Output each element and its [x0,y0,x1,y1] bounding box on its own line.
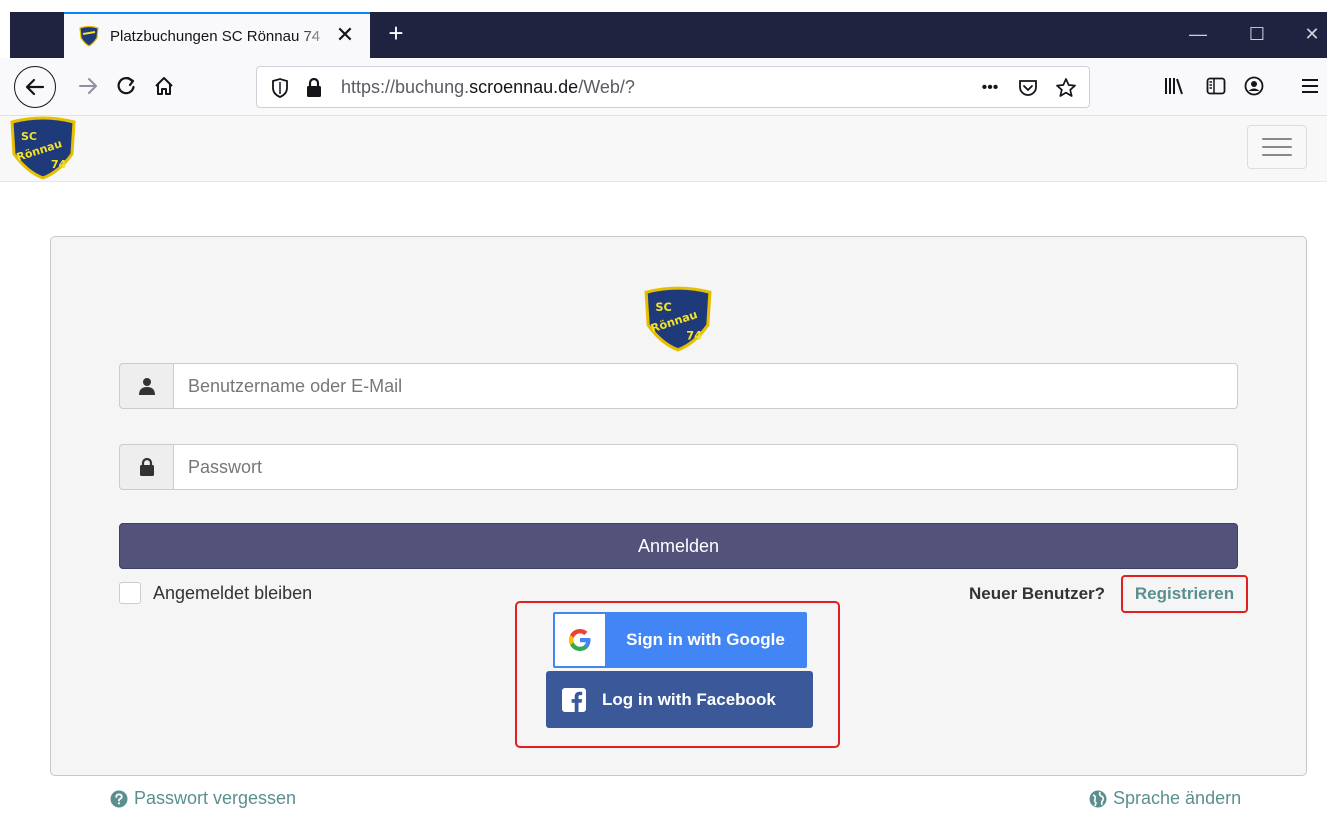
hamburger-bar [1262,138,1292,140]
new-tab-button[interactable]: + [378,16,414,52]
browser-tabbar: Platzbuchungen SC Rönnau 74 ✕ + — ☐ ✕ [0,0,1327,58]
username-input[interactable] [173,363,1238,409]
library-icon [1165,78,1183,95]
change-language-label: Sprache ändern [1113,788,1242,808]
remember-me-label: Angemeldet bleiben [153,582,313,603]
url-text: https://buchung.scroennau.de/Web/? [341,77,635,97]
bookmark-button[interactable] [1051,75,1081,101]
facebook-login-label: Log in with Facebook [602,689,776,709]
site-favicon-icon [79,25,99,47]
google-signin-button[interactable]: Sign in with Google [553,612,807,668]
library-button[interactable] [1156,68,1192,104]
window-maximize-button[interactable]: ☐ [1237,16,1277,52]
window-close-button[interactable]: ✕ [1292,16,1327,52]
forward-button[interactable] [70,68,106,104]
remember-me[interactable]: Angemeldet bleiben [119,582,312,604]
username-group [119,363,1238,409]
svg-text:74: 74 [51,158,67,171]
hamburger-bar [1262,154,1292,156]
change-language-link[interactable]: Sprache ändern [1089,788,1241,809]
back-button[interactable] [14,66,56,108]
navbar-toggle-button[interactable] [1247,125,1307,169]
facebook-icon [562,687,586,712]
club-logo-small[interactable]: SC Rönnau 74 [9,116,77,180]
password-group [119,444,1238,490]
reload-button[interactable] [108,68,144,104]
svg-text:SC: SC [655,300,671,314]
lock-icon [119,444,173,490]
question-circle-icon [110,790,128,807]
menu-icon [1302,79,1318,93]
google-signin-label: Sign in with Google [626,630,785,649]
site-navbar: SC Rönnau 74 [0,116,1327,182]
forgot-password-label: Passwort vergessen [134,788,297,808]
tracking-shield-icon[interactable] [269,77,291,99]
window-minimize-button[interactable]: — [1178,16,1218,52]
tab-title: Platzbuchungen SC Rönnau 74 [110,27,321,45]
back-icon [25,78,45,96]
remember-me-checkbox[interactable] [119,582,141,604]
hamburger-bar [1262,146,1292,148]
forgot-password-link[interactable]: Passwort vergessen [110,788,296,809]
new-user-text: Neuer Benutzer? [969,584,1106,603]
bookmark-star-icon [1056,78,1076,97]
sidebar-button[interactable] [1198,68,1234,104]
globe-icon [1089,790,1107,807]
social-login-box: Sign in with Google Log in with Facebook [515,601,840,748]
register-link[interactable]: Registrieren [1121,575,1248,613]
facebook-login-button[interactable]: Log in with Facebook [546,671,813,728]
account-button[interactable] [1236,68,1272,104]
browser-tab-active[interactable]: Platzbuchungen SC Rönnau 74 ✕ [64,12,370,58]
login-panel: SC Rönnau 74 Anmelden Angemeldet bleiben… [50,236,1307,776]
login-button[interactable]: Anmelden [119,523,1238,569]
address-bar[interactable]: https://buchung.scroennau.de/Web/? ••• [256,66,1090,108]
svg-text:SC: SC [21,130,37,143]
forward-icon [79,78,97,94]
user-icon [119,363,173,409]
password-input[interactable] [173,444,1238,490]
home-icon [155,77,173,95]
sidebar-icon [1206,77,1226,95]
tab-close-icon[interactable]: ✕ [334,24,356,46]
club-logo: SC Rönnau 74 [644,286,712,352]
pocket-button[interactable] [1013,75,1043,101]
svg-text:74: 74 [686,329,702,343]
account-icon [1244,76,1264,96]
pocket-icon [1019,80,1037,96]
reload-icon [117,76,135,95]
page-actions-button[interactable]: ••• [975,75,1005,101]
lock-icon[interactable] [303,77,325,99]
browser-navbar: https://buchung.scroennau.de/Web/? ••• [0,58,1327,116]
home-button[interactable] [146,68,182,104]
google-icon [555,614,605,666]
app-menu-button[interactable] [1300,68,1327,104]
